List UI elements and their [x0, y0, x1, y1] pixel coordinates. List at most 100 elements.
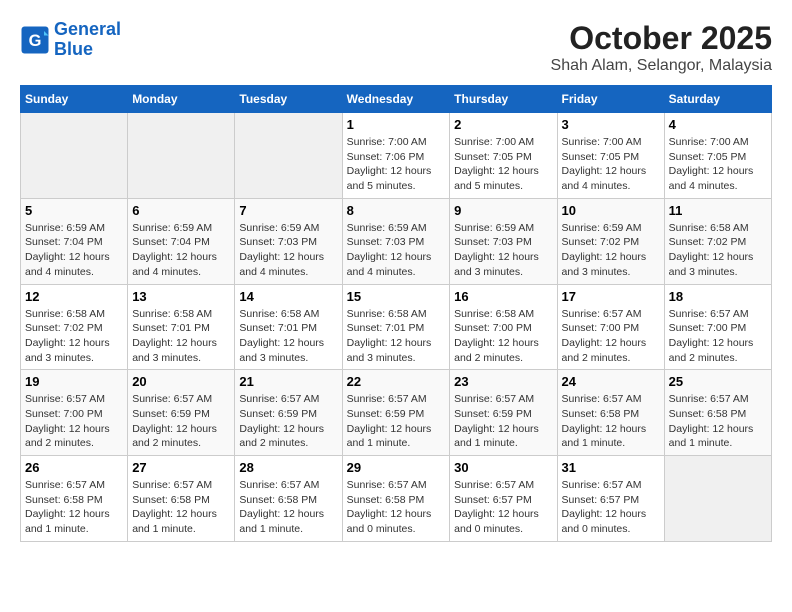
- calendar-cell: 7 Sunrise: 6:59 AMSunset: 7:03 PMDaylight…: [235, 198, 342, 284]
- day-info: Sunrise: 6:57 AMSunset: 6:58 PMDaylight:…: [347, 478, 446, 537]
- calendar-cell: 22Sunrise: 6:57 AMSunset: 6:59 PMDayligh…: [342, 370, 450, 456]
- weekday-header-row: SundayMondayTuesdayWednesdayThursdayFrid…: [21, 86, 772, 113]
- weekday-header-saturday: Saturday: [664, 86, 771, 113]
- calendar-cell: 28 Sunrise: 6:57 AMSunset: 6:58 PMDayligh…: [235, 456, 342, 542]
- weekday-header-tuesday: Tuesday: [235, 86, 342, 113]
- day-info: Sunrise: 6:59 AMSunset: 7:03 PMDaylight:…: [454, 221, 552, 280]
- logo-icon: G: [20, 25, 50, 55]
- day-number: 18: [669, 289, 767, 304]
- calendar-cell: 18 Sunrise: 6:57 AMSunset: 7:00 PMDayligh…: [664, 284, 771, 370]
- calendar-cell: 25 Sunrise: 6:57 AMSunset: 6:58 PMDayligh…: [664, 370, 771, 456]
- calendar-cell: 1 Sunrise: 7:00 AMSunset: 7:06 PMDaylight…: [342, 113, 450, 199]
- calendar-cell: 21 Sunrise: 6:57 AMSunset: 6:59 PMDayligh…: [235, 370, 342, 456]
- day-number: 20: [132, 374, 230, 389]
- day-number: 4: [669, 117, 767, 132]
- day-info: Sunrise: 6:59 AMSunset: 7:04 PMDaylight:…: [132, 221, 230, 280]
- day-number: 17: [562, 289, 660, 304]
- day-info: Sunrise: 7:00 AMSunset: 7:05 PMDaylight:…: [669, 135, 767, 194]
- day-number: 6: [132, 203, 230, 218]
- day-number: 25: [669, 374, 767, 389]
- svg-text:G: G: [29, 32, 42, 50]
- day-number: 12: [25, 289, 123, 304]
- day-number: 2: [454, 117, 552, 132]
- calendar-cell: [235, 113, 342, 199]
- day-info: Sunrise: 6:59 AMSunset: 7:03 PMDaylight:…: [239, 221, 337, 280]
- day-info: Sunrise: 6:57 AMSunset: 6:59 PMDaylight:…: [454, 392, 552, 451]
- calendar-cell: 20 Sunrise: 6:57 AMSunset: 6:59 PMDayligh…: [128, 370, 235, 456]
- day-info: Sunrise: 6:58 AMSunset: 7:01 PMDaylight:…: [239, 307, 337, 366]
- weekday-header-friday: Friday: [557, 86, 664, 113]
- day-number: 14: [239, 289, 337, 304]
- day-info: Sunrise: 7:00 AMSunset: 7:06 PMDaylight:…: [347, 135, 446, 194]
- day-number: 24: [562, 374, 660, 389]
- day-info: Sunrise: 6:58 AMSunset: 7:01 PMDaylight:…: [347, 307, 446, 366]
- page-subtitle: Shah Alam, Selangor, Malaysia: [551, 57, 772, 75]
- day-number: 15: [347, 289, 446, 304]
- calendar-cell: 5 Sunrise: 6:59 AMSunset: 7:04 PMDaylight…: [21, 198, 128, 284]
- day-number: 3: [562, 117, 660, 132]
- calendar-table: SundayMondayTuesdayWednesdayThursdayFrid…: [20, 85, 772, 542]
- day-number: 1: [347, 117, 446, 132]
- day-number: 9: [454, 203, 552, 218]
- calendar-cell: 19 Sunrise: 6:57 AMSunset: 7:00 PMDayligh…: [21, 370, 128, 456]
- calendar-cell: 24 Sunrise: 6:57 AMSunset: 6:58 PMDayligh…: [557, 370, 664, 456]
- day-info: Sunrise: 6:58 AMSunset: 7:00 PMDaylight:…: [454, 307, 552, 366]
- day-info: Sunrise: 6:57 AMSunset: 6:58 PMDaylight:…: [132, 478, 230, 537]
- day-info: Sunrise: 6:57 AMSunset: 6:58 PMDaylight:…: [239, 478, 337, 537]
- calendar-body: 1 Sunrise: 7:00 AMSunset: 7:06 PMDaylight…: [21, 113, 772, 542]
- day-number: 30: [454, 460, 552, 475]
- weekday-header-thursday: Thursday: [450, 86, 557, 113]
- day-info: Sunrise: 6:58 AMSunset: 7:02 PMDaylight:…: [669, 221, 767, 280]
- day-info: Sunrise: 7:00 AMSunset: 7:05 PMDaylight:…: [454, 135, 552, 194]
- day-info: Sunrise: 7:00 AMSunset: 7:05 PMDaylight:…: [562, 135, 660, 194]
- day-info: Sunrise: 6:57 AMSunset: 6:58 PMDaylight:…: [25, 478, 123, 537]
- calendar-cell: 8Sunrise: 6:59 AMSunset: 7:03 PMDaylight…: [342, 198, 450, 284]
- logo-line1: General: [54, 19, 121, 39]
- day-number: 19: [25, 374, 123, 389]
- calendar-cell: 31Sunrise: 6:57 AMSunset: 6:57 PMDayligh…: [557, 456, 664, 542]
- day-info: Sunrise: 6:57 AMSunset: 6:57 PMDaylight:…: [454, 478, 552, 537]
- day-info: Sunrise: 6:57 AMSunset: 6:59 PMDaylight:…: [347, 392, 446, 451]
- day-number: 10: [562, 203, 660, 218]
- day-info: Sunrise: 6:57 AMSunset: 7:00 PMDaylight:…: [669, 307, 767, 366]
- day-info: Sunrise: 6:59 AMSunset: 7:02 PMDaylight:…: [562, 221, 660, 280]
- calendar-cell: 6 Sunrise: 6:59 AMSunset: 7:04 PMDaylight…: [128, 198, 235, 284]
- day-info: Sunrise: 6:57 AMSunset: 7:00 PMDaylight:…: [562, 307, 660, 366]
- day-number: 29: [347, 460, 446, 475]
- calendar-cell: [21, 113, 128, 199]
- calendar-cell: 29 Sunrise: 6:57 AMSunset: 6:58 PMDayligh…: [342, 456, 450, 542]
- day-number: 16: [454, 289, 552, 304]
- calendar-cell: 12 Sunrise: 6:58 AMSunset: 7:02 PMDayligh…: [21, 284, 128, 370]
- day-info: Sunrise: 6:57 AMSunset: 6:59 PMDaylight:…: [132, 392, 230, 451]
- page-title: October 2025: [551, 20, 772, 57]
- day-info: Sunrise: 6:57 AMSunset: 6:58 PMDaylight:…: [562, 392, 660, 451]
- day-number: 8: [347, 203, 446, 218]
- calendar-cell: 14 Sunrise: 6:58 AMSunset: 7:01 PMDayligh…: [235, 284, 342, 370]
- day-number: 7: [239, 203, 337, 218]
- logo: G General Blue: [20, 20, 121, 60]
- calendar-cell: 4 Sunrise: 7:00 AMSunset: 7:05 PMDaylight…: [664, 113, 771, 199]
- calendar-header: SundayMondayTuesdayWednesdayThursdayFrid…: [21, 86, 772, 113]
- day-number: 26: [25, 460, 123, 475]
- day-info: Sunrise: 6:59 AMSunset: 7:04 PMDaylight:…: [25, 221, 123, 280]
- day-info: Sunrise: 6:58 AMSunset: 7:02 PMDaylight:…: [25, 307, 123, 366]
- calendar-cell: 9 Sunrise: 6:59 AMSunset: 7:03 PMDaylight…: [450, 198, 557, 284]
- day-number: 11: [669, 203, 767, 218]
- calendar-cell: 26 Sunrise: 6:57 AMSunset: 6:58 PMDayligh…: [21, 456, 128, 542]
- calendar-cell: 2 Sunrise: 7:00 AMSunset: 7:05 PMDaylight…: [450, 113, 557, 199]
- day-number: 13: [132, 289, 230, 304]
- calendar-cell: 11 Sunrise: 6:58 AMSunset: 7:02 PMDayligh…: [664, 198, 771, 284]
- day-info: Sunrise: 6:57 AMSunset: 7:00 PMDaylight:…: [25, 392, 123, 451]
- day-number: 21: [239, 374, 337, 389]
- day-info: Sunrise: 6:57 AMSunset: 6:57 PMDaylight:…: [562, 478, 660, 537]
- calendar-cell: 17 Sunrise: 6:57 AMSunset: 7:00 PMDayligh…: [557, 284, 664, 370]
- day-number: 27: [132, 460, 230, 475]
- day-info: Sunrise: 6:57 AMSunset: 6:58 PMDaylight:…: [669, 392, 767, 451]
- day-number: 28: [239, 460, 337, 475]
- calendar-cell: 15 Sunrise: 6:58 AMSunset: 7:01 PMDayligh…: [342, 284, 450, 370]
- weekday-header-monday: Monday: [128, 86, 235, 113]
- day-number: 5: [25, 203, 123, 218]
- day-info: Sunrise: 6:57 AMSunset: 6:59 PMDaylight:…: [239, 392, 337, 451]
- weekday-header-sunday: Sunday: [21, 86, 128, 113]
- calendar-cell: 27 Sunrise: 6:57 AMSunset: 6:58 PMDayligh…: [128, 456, 235, 542]
